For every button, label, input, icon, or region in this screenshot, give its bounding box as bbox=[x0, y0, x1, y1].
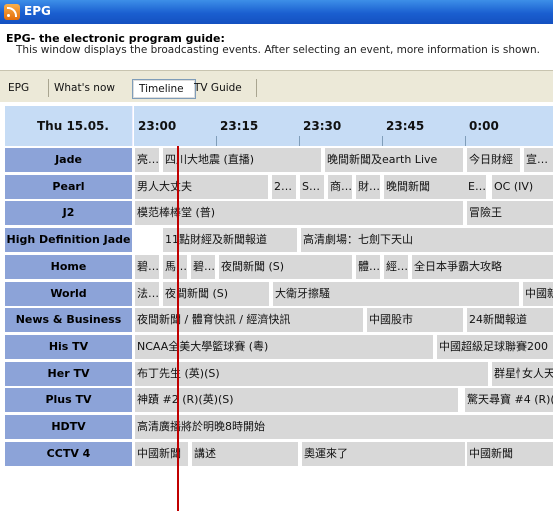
program-cell[interactable]: 四川大地震 (直播) bbox=[163, 148, 323, 172]
program-cell[interactable]: 神蹟 #2 (R)(英)(S) bbox=[135, 388, 460, 413]
program-cell[interactable]: 中國新 bbox=[523, 281, 553, 306]
program-cell[interactable]: 奧運來了 bbox=[302, 441, 467, 466]
tab-timeline[interactable]: Timeline bbox=[132, 79, 196, 99]
channel-label[interactable]: News & Business bbox=[5, 308, 132, 334]
program-cell[interactable]: 模范棒棒堂 (普) bbox=[135, 201, 465, 226]
date-label: Thu 15.05. bbox=[37, 119, 109, 133]
program-cell[interactable]: 夜間新聞 (S) bbox=[219, 254, 354, 279]
time-label: 23:00 bbox=[138, 119, 177, 133]
channel-label[interactable]: Pearl bbox=[5, 174, 132, 200]
tab-tv-guide[interactable]: TV Guide bbox=[188, 79, 257, 97]
time-tick bbox=[465, 136, 466, 146]
channel-label[interactable]: High Definition Jade bbox=[5, 228, 132, 254]
program-cell[interactable]: 大衛牙擦騷 bbox=[273, 281, 521, 306]
time-ruler: 23:00 23:15 23:30 23:45 0:00 bbox=[134, 106, 553, 146]
program-cell[interactable]: 11點財經及新聞報道 bbox=[163, 228, 299, 253]
program-cell[interactable]: 經… bbox=[384, 254, 410, 279]
tab-strip: EPG What's now Timeline TV Guide bbox=[0, 70, 553, 103]
program-row: 男人大丈夫 2… S… 商… 財… 晚間新聞 E… OC (IV) bbox=[135, 174, 553, 199]
program-cell[interactable]: 晚間新聞及earth Live bbox=[325, 148, 465, 172]
program-cell[interactable]: 中國新聞 bbox=[467, 441, 553, 466]
time-label: 23:45 bbox=[386, 119, 425, 133]
program-cell[interactable]: 冒險王 bbox=[467, 201, 553, 226]
program-cell[interactable]: 體… bbox=[356, 254, 382, 279]
program-cell[interactable]: 全日本爭霸大攻略 bbox=[412, 254, 553, 279]
tab-whats-now[interactable]: What's now bbox=[48, 79, 133, 97]
program-row: NCAA全美大學籃球賽 (粵) 中國超級足球聯賽200 bbox=[135, 334, 553, 359]
program-row: 碧… 馬… 碧… 夜間新聞 (S) 體… 經… 全日本爭霸大攻略 bbox=[135, 254, 553, 279]
date-header: Thu 15.05. bbox=[5, 106, 133, 146]
channel-label[interactable]: CCTV 4 bbox=[5, 441, 132, 467]
program-cell[interactable]: 中國股市 bbox=[367, 308, 465, 333]
channel-label[interactable]: Her TV bbox=[5, 361, 132, 387]
program-cell[interactable]: E… bbox=[466, 174, 488, 199]
time-tick bbox=[216, 136, 217, 146]
channel-label[interactable]: His TV bbox=[5, 334, 132, 360]
channel-label[interactable]: J2 bbox=[5, 201, 132, 227]
program-cell[interactable]: OC (IV) bbox=[492, 174, 553, 199]
channel-label[interactable]: Plus TV bbox=[5, 388, 132, 414]
program-cell[interactable]: 法… bbox=[135, 281, 161, 306]
current-time-marker bbox=[177, 146, 179, 511]
time-label: 23:15 bbox=[220, 119, 259, 133]
program-cell[interactable]: 女人天 bbox=[520, 361, 553, 386]
program-cell[interactable]: 講述 bbox=[192, 441, 300, 466]
program-cell[interactable]: 夜間新聞 / 體育快訊 / 經濟快訊 bbox=[135, 308, 365, 333]
program-row: 高清廣播將於明晚8時開始 bbox=[135, 415, 553, 439]
program-cell[interactable]: 碧… bbox=[191, 254, 217, 279]
program-cell[interactable]: 馬… bbox=[163, 254, 189, 279]
time-label: 23:30 bbox=[303, 119, 342, 133]
tab-epg[interactable]: EPG bbox=[2, 79, 49, 97]
program-cell[interactable]: 中國超級足球聯賽200 bbox=[437, 334, 553, 359]
program-cell[interactable]: 夜間新聞 (S) bbox=[163, 281, 271, 306]
program-cell[interactable]: S… bbox=[300, 174, 326, 199]
program-cell[interactable]: 商… bbox=[328, 174, 354, 199]
time-label: 0:00 bbox=[469, 119, 499, 133]
program-cell[interactable]: 男人大丈夫 bbox=[135, 174, 270, 199]
program-cell[interactable]: 高清劇場：七劍下天山 bbox=[301, 228, 553, 253]
program-row: 法…夜間新聞 (S)大衛牙擦騷中國新 bbox=[135, 281, 553, 306]
program-cell[interactable]: 24新聞報道 bbox=[467, 308, 553, 333]
guide-header: EPG- the electronic program guide: This … bbox=[0, 24, 553, 70]
program-row: 模范棒棒堂 (普) 冒險王 bbox=[135, 201, 553, 226]
program-row: 神蹟 #2 (R)(英)(S) 驚天尋寶 #4 (R)( bbox=[135, 388, 553, 413]
program-cell[interactable]: NCAA全美大學籃球賽 (粵) bbox=[135, 334, 435, 359]
program-row: 布丁先生 (英)(S) 群星情… 女人天 bbox=[135, 361, 553, 386]
program-row: 11點財經及新聞報道 高清劇場：七劍下天山 bbox=[135, 228, 553, 253]
guide-description: This window displays the broadcasting ev… bbox=[16, 44, 540, 56]
program-cell[interactable]: 布丁先生 (英)(S) bbox=[135, 361, 490, 386]
channel-label[interactable]: Home bbox=[5, 254, 132, 280]
program-cell[interactable]: 驚天尋寶 #4 (R)( bbox=[465, 388, 553, 413]
program-cell[interactable]: 中國新聞 bbox=[135, 441, 190, 466]
program-cell[interactable]: 晚間新聞 bbox=[384, 174, 469, 199]
program-row: 夜間新聞 / 體育快訊 / 經濟快訊 中國股市 24新聞報道 bbox=[135, 308, 553, 333]
program-cell[interactable]: 今日財經 bbox=[467, 148, 522, 172]
program-cell[interactable]: 碧… bbox=[135, 254, 161, 279]
channel-label[interactable]: World bbox=[5, 281, 132, 307]
timeline-grid: Thu 15.05. 23:00 23:15 23:30 23:45 0:00 … bbox=[0, 102, 553, 511]
channel-label[interactable]: HDTV bbox=[5, 415, 132, 440]
window-title: EPG bbox=[24, 4, 51, 18]
program-cell[interactable]: 宣… bbox=[524, 148, 553, 172]
channel-label[interactable]: Jade bbox=[5, 148, 132, 173]
program-cell[interactable]: 財… bbox=[356, 174, 382, 199]
time-tick bbox=[382, 136, 383, 146]
program-cell[interactable]: 高清廣播將於明晚8時開始 bbox=[135, 415, 553, 439]
rss-feed-icon bbox=[4, 4, 20, 20]
time-tick bbox=[299, 136, 300, 146]
program-row: 中國新聞講述奧運來了中國新聞中國 bbox=[135, 441, 553, 466]
program-row: 亮… 四川大地震 (直播) 晚間新聞及earth Live 今日財經 宣… bbox=[135, 148, 553, 172]
program-cell[interactable]: 亮… bbox=[135, 148, 161, 172]
program-cell[interactable]: 2… bbox=[272, 174, 298, 199]
window-titlebar[interactable]: EPG bbox=[0, 0, 553, 24]
